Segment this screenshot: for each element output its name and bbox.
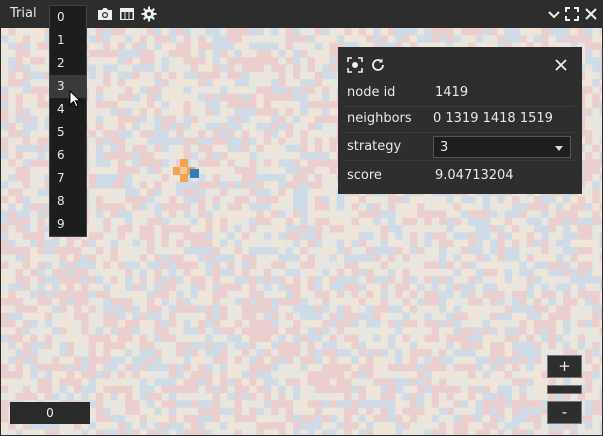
trial-dropdown[interactable]: 0123456789 [49,5,87,237]
toolbar-title: Trial [10,6,37,21]
gear-icon[interactable] [140,5,158,23]
zoom-slider[interactable] [547,385,582,394]
fullscreen-icon[interactable] [563,5,581,23]
node-id-label: node id [347,85,396,100]
top-toolbar: Trial [0,0,603,28]
caret-down-icon [555,146,563,151]
neighbor-node[interactable] [180,159,188,167]
score-label: score [347,168,382,183]
row-node-id: node id 1419 [338,79,582,107]
camera-icon[interactable] [96,5,114,23]
row-strategy: strategy 3 [338,133,582,161]
node-id-value: 1419 [435,85,469,100]
dropdown-option[interactable]: 6 [50,144,86,167]
row-neighbors: neighbors 0 1319 1418 1519 [338,105,582,133]
panel-header [338,47,582,81]
node-info-panel: node id 1419 neighbors 0 1319 1418 1519 … [338,47,582,194]
strategy-label: strategy [347,139,402,154]
row-score: score 9.04713204 [338,162,582,190]
mouse-cursor-icon [69,89,82,112]
dropdown-option[interactable]: 2 [50,52,86,75]
dropdown-option[interactable]: 7 [50,167,86,190]
score-value: 9.04713204 [435,168,514,183]
strategy-select[interactable]: 3 [433,136,571,158]
close-icon[interactable] [553,57,569,73]
table-icon[interactable] [118,5,136,23]
neighbor-node[interactable] [180,174,188,182]
selected-node[interactable] [190,169,199,178]
zoom-out-button[interactable]: - [547,401,582,424]
neighbors-value: 0 1319 1418 1519 [433,111,553,126]
dropdown-option[interactable]: 1 [50,29,86,52]
dropdown-option[interactable]: 0 [50,6,86,29]
neighbors-label: neighbors [347,111,412,126]
step-counter: 0 [10,402,90,424]
neighbor-node[interactable] [173,167,181,175]
neighbor-node[interactable] [180,167,188,175]
dropdown-option[interactable]: 8 [50,190,86,213]
strategy-value: 3 [440,140,449,155]
zoom-in-button[interactable]: + [547,355,582,378]
close-icon[interactable] [582,5,600,23]
chevron-down-icon[interactable] [545,5,563,23]
dropdown-option[interactable]: 9 [50,213,86,236]
refresh-icon[interactable] [370,57,386,73]
dropdown-option[interactable]: 5 [50,121,86,144]
focus-icon[interactable] [347,57,363,73]
